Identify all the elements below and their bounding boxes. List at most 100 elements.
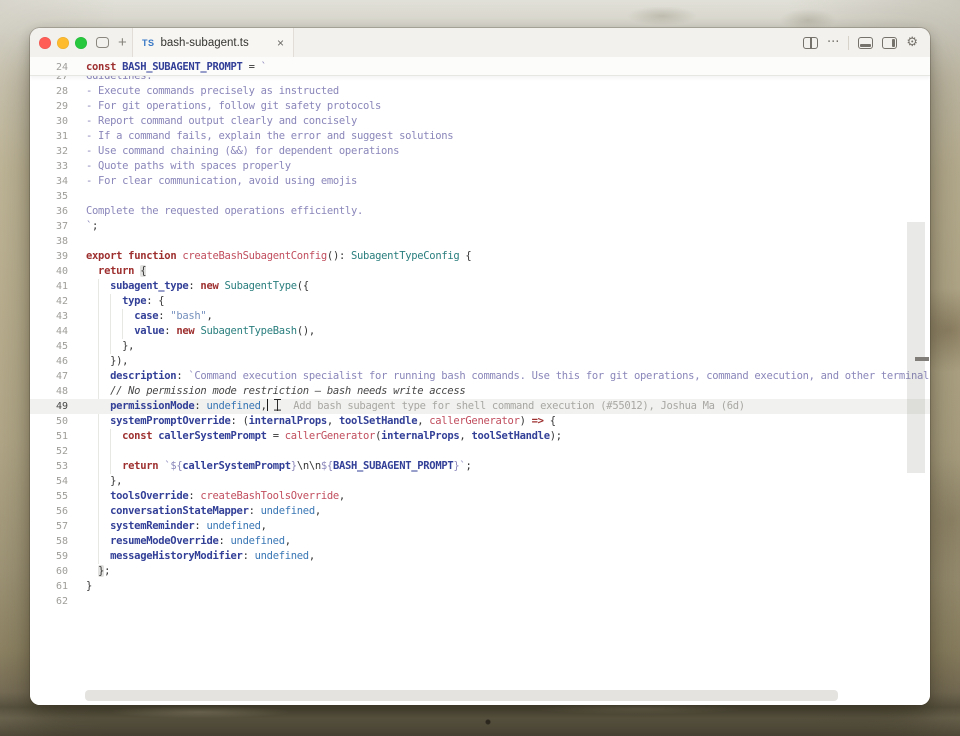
code-token: callerGenerator <box>285 430 375 442</box>
window-tabs-icon[interactable] <box>96 37 109 48</box>
line-number[interactable]: 62 <box>30 594 68 609</box>
new-tab-button[interactable]: + <box>118 35 127 50</box>
line-number[interactable]: 28 <box>30 84 68 99</box>
code-line-58[interactable]: 58 resumeModeOverride: undefined, <box>30 534 930 549</box>
code-line-36[interactable]: 36Complete the requested operations effi… <box>30 204 930 219</box>
code-line-61[interactable]: 61} <box>30 579 930 594</box>
line-number[interactable]: 48 <box>30 384 68 399</box>
line-number[interactable]: 52 <box>30 444 68 459</box>
code-line-33[interactable]: 33- Quote paths with spaces properly <box>30 159 930 174</box>
code-line-43[interactable]: 43 case: "bash", <box>30 309 930 324</box>
code-token: ; <box>92 220 98 232</box>
line-number[interactable]: 61 <box>30 579 68 594</box>
code-token: , <box>261 520 267 532</box>
line-number[interactable]: 41 <box>30 279 68 294</box>
line-number[interactable]: 54 <box>30 474 68 489</box>
line-number[interactable]: 47 <box>30 369 68 384</box>
title-bar[interactable]: + TS bash-subagent.ts × ··· ⚙ <box>30 28 930 58</box>
code-line-44[interactable]: 44 value: new SubagentTypeBash(), <box>30 324 930 339</box>
code-editor[interactable]: 27Guidelines:28- Execute commands precis… <box>30 57 930 705</box>
code-line-54[interactable]: 54 }, <box>30 474 930 489</box>
line-number[interactable]: 45 <box>30 339 68 354</box>
line-number[interactable]: 31 <box>30 129 68 144</box>
tab-bash-subagent[interactable]: TS bash-subagent.ts × <box>132 28 294 57</box>
code-line-59[interactable]: 59 messageHistoryModifier: undefined, <box>30 549 930 564</box>
line-number[interactable]: 38 <box>30 234 68 249</box>
code-line-45[interactable]: 45 }, <box>30 339 930 354</box>
line-number[interactable]: 29 <box>30 99 68 114</box>
toggle-bottom-panel-icon[interactable] <box>858 37 873 49</box>
code-token: - If a command fails, explain the error … <box>86 130 453 142</box>
code-line-28[interactable]: 28- Execute commands precisely as instru… <box>30 84 930 99</box>
vertical-scrollbar-thumb[interactable] <box>907 222 925 473</box>
code-line-56[interactable]: 56 conversationStateMapper: undefined, <box>30 504 930 519</box>
line-number[interactable]: 51 <box>30 429 68 444</box>
code-token: : <box>176 370 188 382</box>
code-line-38[interactable]: 38 <box>30 234 930 249</box>
line-number[interactable]: 50 <box>30 414 68 429</box>
code-line-41[interactable]: 41 subagent_type: new SubagentType({ <box>30 279 930 294</box>
code-line-47[interactable]: 47 description: `Command execution speci… <box>30 369 930 384</box>
line-number[interactable]: 53 <box>30 459 68 474</box>
zoom-window-button[interactable] <box>75 37 87 49</box>
line-number[interactable]: 30 <box>30 114 68 129</box>
text-cursor-icon <box>274 399 281 411</box>
code-line-30[interactable]: 30 - Report command output clearly and co… <box>30 114 930 129</box>
code-token: - Report command output clearly and conc… <box>86 115 357 127</box>
line-number[interactable]: 57 <box>30 519 68 534</box>
line-number[interactable]: 56 <box>30 504 68 519</box>
more-options-icon[interactable]: ··· <box>827 35 839 50</box>
code-line-34[interactable]: 34- For clear communication, avoid using… <box>30 174 930 189</box>
line-number[interactable]: 55 <box>30 489 68 504</box>
line-number[interactable]: 37 <box>30 219 68 234</box>
close-window-button[interactable] <box>39 37 51 49</box>
code-line-52[interactable]: 52 <box>30 444 930 459</box>
code-line-50[interactable]: 50 systemPromptOverride: (internalProps,… <box>30 414 930 429</box>
code-line-37[interactable]: 37`; <box>30 219 930 234</box>
line-number[interactable]: 49 <box>30 399 68 414</box>
settings-gear-icon[interactable]: ⚙ <box>906 35 918 50</box>
code-line-62[interactable]: 62 <box>30 594 930 609</box>
split-pane-icon[interactable] <box>803 37 818 49</box>
code-line-31[interactable]: 31 - If a command fails, explain the erro… <box>30 129 930 144</box>
code-line-57[interactable]: 57 systemReminder: undefined, <box>30 519 930 534</box>
toggle-right-panel-icon[interactable] <box>882 37 897 49</box>
code-token <box>86 460 122 472</box>
line-number[interactable]: 46 <box>30 354 68 369</box>
code-line-55[interactable]: 55 toolsOverride: createBashToolsOverrid… <box>30 489 930 504</box>
line-number[interactable]: 58 <box>30 534 68 549</box>
line-number[interactable]: 33 <box>30 159 68 174</box>
tab-close-icon[interactable]: × <box>277 37 284 49</box>
code-line-32[interactable]: 32- Use command chaining (&&) for depend… <box>30 144 930 159</box>
line-number[interactable]: 34 <box>30 174 68 189</box>
code-line-49[interactable]: 49 permissionMode: undefined,Add bash su… <box>30 399 930 414</box>
code-token <box>86 265 98 277</box>
line-number[interactable]: 43 <box>30 309 68 324</box>
code-line-53[interactable]: 53 return `${callerSystemPrompt}\n\n${BA… <box>30 459 930 474</box>
code-line-39[interactable]: 39export function createBashSubagentConf… <box>30 249 930 264</box>
code-line-51[interactable]: 51 const callerSystemPrompt = callerGene… <box>30 429 930 444</box>
code-line-29[interactable]: 29- For git operations, follow git safet… <box>30 99 930 114</box>
line-number[interactable]: 39 <box>30 249 68 264</box>
line-number[interactable]: 40 <box>30 264 68 279</box>
line-number[interactable]: 36 <box>30 204 68 219</box>
code-line-60[interactable]: 60 }; <box>30 564 930 579</box>
code-line-46[interactable]: 46 }), <box>30 354 930 369</box>
line-number[interactable]: 60 <box>30 564 68 579</box>
line-number[interactable]: 42 <box>30 294 68 309</box>
code-line-24[interactable]: 24const BASH_SUBAGENT_PROMPT = ` <box>30 60 930 75</box>
code-line-42[interactable]: 42 type: { <box>30 294 930 309</box>
horizontal-scrollbar-thumb[interactable] <box>85 690 838 701</box>
code-token: ) <box>520 415 532 427</box>
code-line-48[interactable]: 48 // No permission mode restriction — b… <box>30 384 930 399</box>
line-number[interactable]: 59 <box>30 549 68 564</box>
line-number[interactable]: 24 <box>30 60 68 75</box>
line-number[interactable]: 44 <box>30 324 68 339</box>
code-line-35[interactable]: 35 <box>30 189 930 204</box>
line-number[interactable]: 35 <box>30 189 68 204</box>
line-number[interactable]: 32 <box>30 144 68 159</box>
code-token: new <box>176 325 194 337</box>
minimize-window-button[interactable] <box>57 37 69 49</box>
sticky-scroll-line[interactable]: 24const BASH_SUBAGENT_PROMPT = ` <box>30 57 930 76</box>
code-line-40[interactable]: 40 return { <box>30 264 930 279</box>
